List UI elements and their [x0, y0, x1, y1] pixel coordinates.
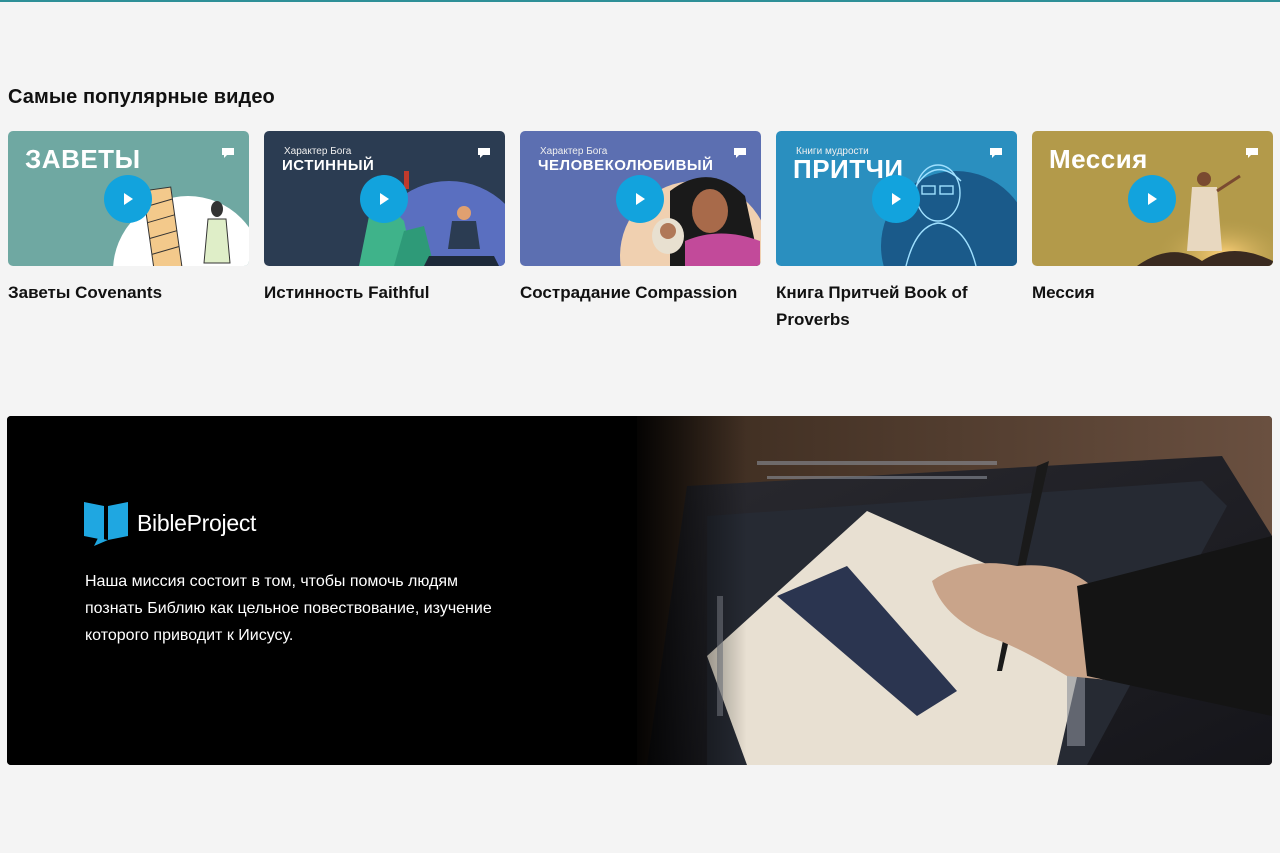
video-card-proverbs[interactable]: Книги мудрости ПРИТЧИ Книга Притчей Book… — [776, 131, 1017, 333]
video-card-compassion[interactable]: Характер Бога ЧЕЛОВЕКОЛЮБИВЫЙ Сострадани… — [520, 131, 761, 306]
play-button[interactable] — [360, 175, 408, 223]
top-divider — [0, 0, 1280, 2]
section-title: Самые популярные видео — [8, 86, 275, 108]
video-thumbnail[interactable]: Характер Бога ЧЕЛОВЕКОЛЮБИВЫЙ — [520, 131, 761, 266]
play-icon — [124, 193, 133, 205]
thumbnail-kicker: Характер Бога — [284, 146, 352, 157]
video-title[interactable]: Книга Притчей Book of Proverbs — [776, 266, 1008, 333]
video-card-covenants[interactable]: ЗАВЕТЫ Заветы Covenants — [8, 131, 249, 306]
video-thumbnail[interactable]: Книги мудрости ПРИТЧИ — [776, 131, 1017, 266]
thumbnail-kicker: Характер Бога — [540, 146, 608, 157]
brand[interactable]: BibleProject — [84, 500, 256, 546]
bible-project-book-icon — [84, 502, 128, 546]
video-card-faithful[interactable]: Характер Бога ИСТИННЫЙ Истинность Faithf… — [264, 131, 505, 306]
book-icon — [478, 148, 490, 158]
thumbnail-title: ИСТИННЫЙ — [282, 157, 375, 174]
play-icon — [892, 193, 901, 205]
book-icon — [990, 148, 1002, 158]
thumbnail-title: Мессия — [1049, 144, 1148, 174]
book-icon — [734, 148, 746, 158]
video-card-messiah[interactable]: Мессия Мессия — [1032, 131, 1273, 306]
book-icon — [1246, 148, 1258, 158]
mission-banner: BibleProject Наша миссия состоит в том, … — [7, 416, 1272, 765]
play-button[interactable] — [872, 175, 920, 223]
video-title[interactable]: Заветы Covenants — [8, 266, 240, 306]
brand-name: BibleProject — [137, 509, 257, 536]
mission-text: Наша миссия состоит в том, чтобы помочь … — [85, 573, 492, 644]
play-icon — [380, 193, 389, 205]
thumbnail-title: ЧЕЛОВЕКОЛЮБИВЫЙ — [538, 157, 714, 174]
video-thumbnail[interactable]: ЗАВЕТЫ — [8, 131, 249, 266]
thumbnail-title: ЗАВЕТЫ — [25, 144, 141, 174]
video-title[interactable]: Истинность Faithful — [264, 266, 496, 306]
play-button[interactable] — [616, 175, 664, 223]
play-icon — [636, 193, 645, 205]
play-button[interactable] — [104, 175, 152, 223]
play-icon — [1148, 193, 1157, 205]
video-title[interactable]: Мессия — [1032, 266, 1264, 306]
video-title[interactable]: Сострадание Compassion — [520, 266, 752, 306]
book-icon — [222, 148, 234, 158]
play-button[interactable] — [1128, 175, 1176, 223]
video-thumbnail[interactable]: Мессия — [1032, 131, 1273, 266]
video-thumbnail[interactable]: Характер Бога ИСТИННЫЙ — [264, 131, 505, 266]
